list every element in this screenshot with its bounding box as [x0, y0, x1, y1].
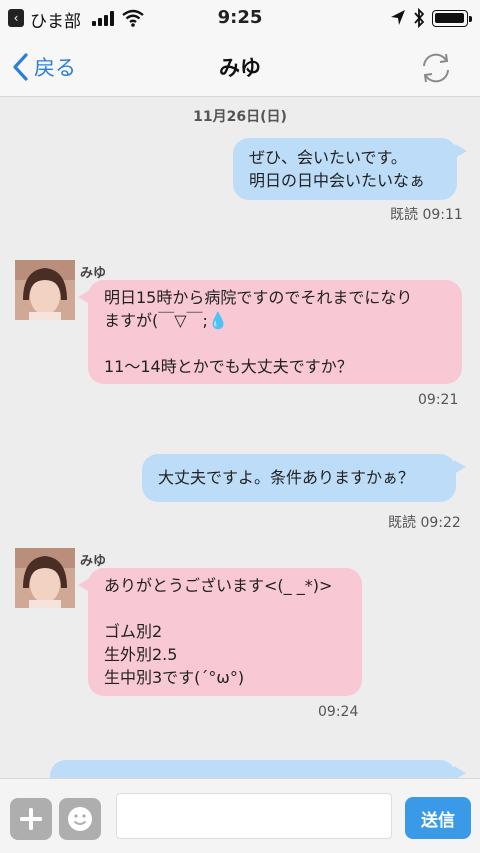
bubble-tail	[455, 144, 467, 158]
plus-icon	[20, 808, 42, 830]
sticker-button[interactable]	[59, 798, 101, 840]
date-separator: 11月26日(日)	[193, 109, 287, 125]
bubble-tail	[454, 766, 466, 778]
message-time: 09:22	[420, 515, 461, 531]
read-receipt: 既読	[390, 207, 418, 223]
message-time: 09:11	[422, 207, 463, 223]
bubble-tail	[454, 460, 466, 474]
location-arrow-icon	[391, 10, 405, 25]
sender-name: みゆ	[80, 266, 107, 281]
add-button[interactable]	[10, 798, 52, 840]
incoming-message[interactable]: ありがとうございます<(_ _*)> ゴム別2 生外別2.5 生中別3です(´°…	[88, 568, 362, 696]
avatar[interactable]	[15, 548, 75, 608]
outgoing-message[interactable]	[50, 760, 456, 778]
battery-icon	[432, 10, 472, 27]
smiley-icon	[68, 807, 92, 831]
message-time: 09:21	[418, 392, 459, 408]
sender-name: みゆ	[80, 554, 107, 569]
refresh-icon[interactable]	[414, 46, 458, 90]
bluetooth-icon	[414, 8, 425, 28]
message-read-status: 既読 09:22	[388, 512, 461, 532]
avatar[interactable]	[15, 260, 75, 320]
chat-area[interactable]: 11月26日(日) ぜひ、会いたいです。 明日の日中会いたいなぁ 既読 09:1…	[0, 98, 480, 778]
message-input[interactable]	[116, 793, 392, 839]
chat-title: みゆ	[219, 56, 261, 80]
clock: 9:25	[217, 7, 263, 28]
avatar-image	[15, 548, 75, 608]
outgoing-message[interactable]: ぜひ、会いたいです。 明日の日中会いたいなぁ	[233, 138, 457, 200]
bubble-tail	[78, 290, 90, 304]
read-receipt: 既読	[388, 515, 416, 531]
send-button[interactable]: 送信	[405, 797, 471, 839]
nav-bar: 戻る みゆ	[0, 40, 480, 97]
incoming-message[interactable]: 明日15時から病院ですのでそれまでになり ますが(￣▽￣;💧 11〜14時とかで…	[88, 280, 462, 384]
message-time: 09:24	[318, 704, 359, 720]
bubble-tail	[78, 578, 90, 592]
avatar-image	[15, 260, 75, 320]
message-read-status: 既読 09:11	[390, 204, 463, 224]
input-bar: 送信	[0, 778, 480, 853]
status-bar: ‹ ひま部 9:25	[0, 0, 480, 40]
outgoing-message[interactable]: 大丈夫ですよ。条件ありますかぁ？	[142, 454, 456, 502]
